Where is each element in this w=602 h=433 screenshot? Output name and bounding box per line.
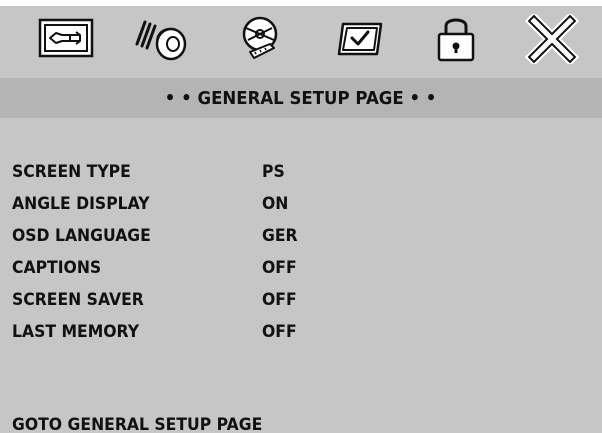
setting-value: OFF: [262, 258, 297, 278]
setting-value: OFF: [262, 290, 297, 310]
setting-row-screen-saver[interactable]: SCREEN SAVER OFF: [12, 286, 592, 314]
setting-value: ON: [262, 194, 289, 214]
general-setup-icon[interactable]: [36, 12, 96, 66]
setting-value: OFF: [262, 322, 297, 342]
setting-label: SCREEN TYPE: [12, 162, 131, 182]
setting-row-captions[interactable]: CAPTIONS OFF: [12, 254, 592, 282]
setting-value: PS: [262, 162, 285, 182]
setting-row-last-memory[interactable]: LAST MEMORY OFF: [12, 318, 592, 346]
setting-row-screen-type[interactable]: SCREEN TYPE PS: [12, 158, 592, 186]
setting-label: CAPTIONS: [12, 258, 102, 278]
exit-icon[interactable]: [522, 12, 582, 66]
video-setup-icon[interactable]: [230, 12, 290, 66]
setting-label: OSD LANGUAGE: [12, 226, 151, 246]
page-title: • • GENERAL SETUP PAGE • •: [165, 87, 437, 109]
setup-menu-screen: • • GENERAL SETUP PAGE • • SCREEN TYPE P…: [0, 0, 602, 433]
password-icon[interactable]: [426, 12, 486, 66]
setting-label: ANGLE DISPLAY: [12, 194, 150, 214]
status-message: GOTO GENERAL SETUP PAGE: [12, 415, 263, 433]
setting-label: SCREEN SAVER: [12, 290, 144, 310]
audio-setup-icon[interactable]: [131, 12, 191, 66]
settings-panel: SCREEN TYPE PS ANGLE DISPLAY ON OSD LANG…: [0, 118, 602, 433]
setup-icon-bar: [0, 0, 602, 78]
preference-icon[interactable]: [331, 12, 391, 66]
setting-label: LAST MEMORY: [12, 322, 140, 342]
setting-row-angle-display[interactable]: ANGLE DISPLAY ON: [12, 190, 592, 218]
setting-row-osd-language[interactable]: OSD LANGUAGE GER: [12, 222, 592, 250]
top-border: [0, 0, 602, 6]
setting-value: GER: [262, 226, 298, 246]
page-title-bar: • • GENERAL SETUP PAGE • •: [0, 78, 602, 118]
